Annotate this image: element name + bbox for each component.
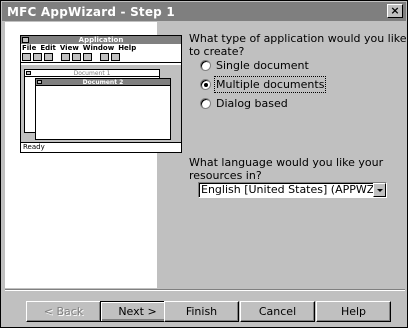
illustration-app-title: Application xyxy=(78,36,124,44)
illustration-menu-window: Window xyxy=(82,44,115,52)
radio-selected-icon xyxy=(200,79,211,90)
document-1-title-bar: Document 1 xyxy=(25,70,159,77)
radio-single-document-label: Single document xyxy=(216,59,309,72)
illustration-menu-file: File xyxy=(22,44,37,52)
system-menu-icon xyxy=(22,37,29,43)
illustration-mdi-client: Document 1 Document 2 xyxy=(21,65,181,142)
illustration-menu-edit: Edit xyxy=(40,44,56,52)
app-type-question: What type of application would you like … xyxy=(189,32,407,58)
illustration-menu-bar: File Edit View Window Help xyxy=(21,44,181,52)
dropdown-arrow-icon[interactable] xyxy=(373,183,386,197)
radio-dialog-based-label: Dialog based xyxy=(216,97,288,110)
illustration-menu-view: View xyxy=(59,44,79,52)
back-button[interactable]: < Back xyxy=(26,301,101,322)
help-button[interactable]: Help xyxy=(316,301,391,322)
finish-button[interactable]: Finish xyxy=(164,301,239,322)
radio-circle-icon xyxy=(200,60,211,71)
toolbar-button-icon xyxy=(61,53,70,61)
document-2-title-bar: Document 2 xyxy=(36,79,170,86)
document-system-menu-icon xyxy=(26,71,31,75)
illustration-menu-help: Help xyxy=(118,44,137,52)
mdi-illustration: Application File Edit View Window Help D… xyxy=(20,35,182,175)
radio-circle-icon xyxy=(200,98,211,109)
window-title: MFC AppWizard - Step 1 xyxy=(7,4,175,19)
button-separator xyxy=(5,289,405,291)
illustration-app-title-bar: Application xyxy=(21,36,181,44)
language-select-value: English [United States] (APPWZENU.DLL) xyxy=(201,183,373,196)
toolbar-button-icon xyxy=(33,53,42,61)
document-system-menu-icon xyxy=(37,80,42,84)
illustration-toolbar xyxy=(21,52,181,63)
toolbar-button-icon xyxy=(22,53,31,61)
close-button[interactable]: × xyxy=(387,4,403,18)
title-bar: MFC AppWizard - Step 1 × xyxy=(2,2,406,21)
radio-multiple-documents-label: Multiple documents xyxy=(213,76,327,93)
illustration-status-bar: Ready xyxy=(21,142,181,152)
radio-single-document[interactable]: Single document xyxy=(200,59,309,72)
radio-multiple-documents[interactable]: Multiple documents xyxy=(200,76,327,93)
language-question: What language would you like your resour… xyxy=(189,156,384,182)
toolbar-button-icon xyxy=(72,53,81,61)
appwizard-dialog: MFC AppWizard - Step 1 × Application Fil… xyxy=(0,0,408,328)
cancel-button[interactable]: Cancel xyxy=(240,301,315,322)
toolbar-button-icon xyxy=(100,53,109,61)
document-1-title: Document 1 xyxy=(73,70,111,77)
language-select[interactable]: English [United States] (APPWZENU.DLL) xyxy=(198,182,387,198)
illustration-app-window: Application File Edit View Window Help D… xyxy=(20,35,182,153)
toolbar-button-icon xyxy=(83,53,92,61)
illustration-document-2: Document 2 xyxy=(35,78,171,140)
radio-dialog-based[interactable]: Dialog based xyxy=(200,97,288,110)
toolbar-button-icon xyxy=(111,53,120,61)
document-2-title: Document 2 xyxy=(82,79,124,86)
toolbar-button-icon xyxy=(44,53,53,61)
